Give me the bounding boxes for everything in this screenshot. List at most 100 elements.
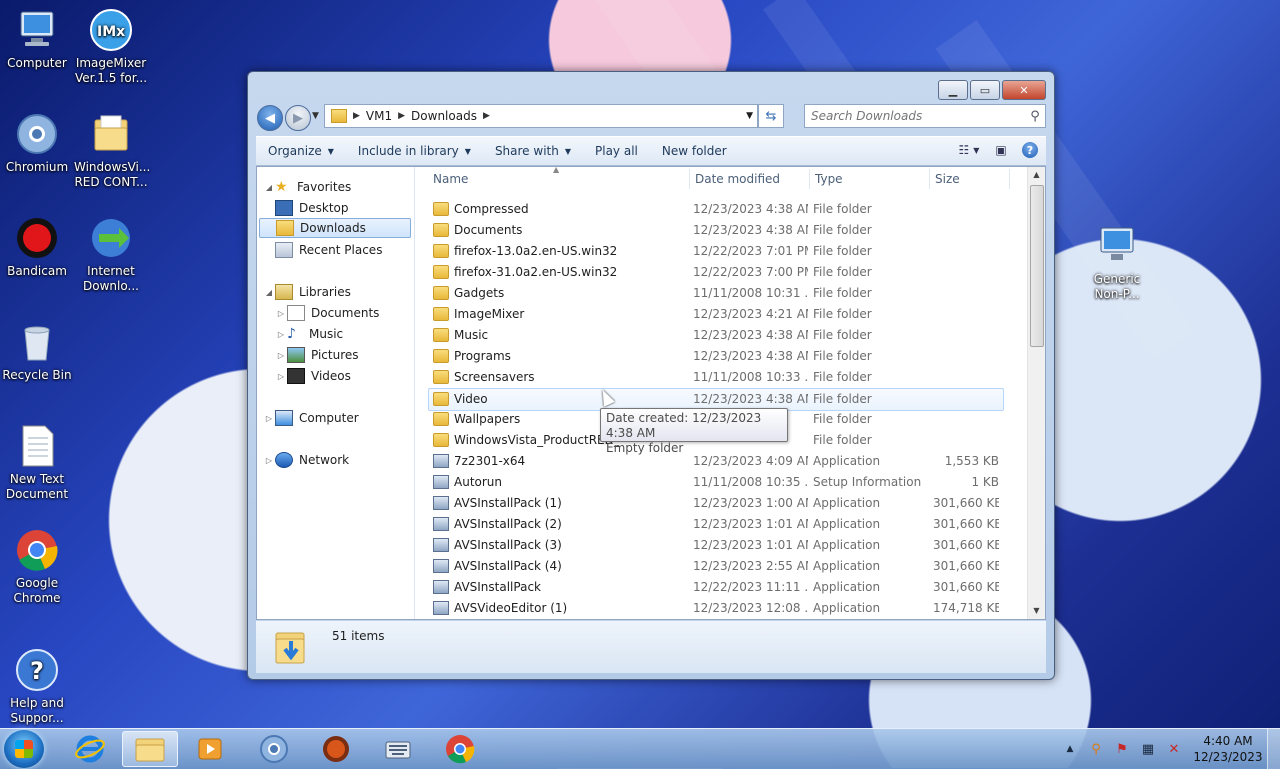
file-row[interactable]: Gadgets 11/11/2008 10:31 ... File folder [429,283,1003,304]
nav-pictures[interactable]: ▷ Pictures [275,345,359,365]
nav-computer[interactable]: ▷ Computer [263,408,359,428]
desktop-icon-generic-non-pnp-monitor[interactable]: Generic Non-P... [1080,224,1154,302]
nav-videos[interactable]: ▷ Videos [275,366,351,386]
expand-icon[interactable]: ▷ [263,456,275,465]
window-controls: ▁ ▭ ✕ [938,80,1046,100]
file-row[interactable]: AVSInstallPack (1) 12/23/2023 1:00 AM Appl… [429,493,1003,514]
column-header-date-modified[interactable]: Date modified [695,172,780,186]
help-button[interactable]: ? [1022,142,1038,158]
nav-favorites[interactable]: ◢ ★ Favorites [263,177,351,197]
taskbar-google-chrome[interactable] [432,731,488,767]
clock[interactable]: 4:40 AM 12/23/2023 [1193,733,1263,765]
include-in-library-menu[interactable]: Include in library ▼ [346,144,483,158]
nav-downloads[interactable]: Downloads [259,218,411,238]
navigation-bar: ◀ ▶ ▼ ▶ VM1 ▶ Downloads ▶ ▼ ⇆ ⚲ [256,104,1046,131]
file-row[interactable]: AVSInstallPack 12/22/2023 11:11 ... Applic… [429,577,1003,598]
file-row[interactable]: AVSInstallPack (3) 12/23/2023 1:01 AM Appl… [429,535,1003,556]
file-row[interactable]: Autorun 11/11/2008 10:35 ... Setup Informa… [429,472,1003,493]
show-hidden-icons-button[interactable]: ▲ [1061,740,1079,758]
minimize-button[interactable]: ▁ [938,80,968,100]
expand-icon[interactable]: ▷ [275,309,287,318]
desktop-icon-windowsvista-folder[interactable]: WindowsVi... RED CONT... [74,112,150,190]
maximize-button[interactable]: ▭ [970,80,1000,100]
scroll-down-icon[interactable]: ▼ [1028,603,1045,619]
share-with-menu[interactable]: Share with ▼ [483,144,583,158]
file-row[interactable]: firefox-31.0a2.en-US.win32 12/22/2023 7:0… [429,262,1003,283]
nav-recent-places[interactable]: Recent Places [275,240,382,260]
expand-icon[interactable]: ▷ [275,351,287,360]
nav-documents[interactable]: ▷ Documents [275,303,379,323]
collapse-icon[interactable]: ◢ [263,183,275,192]
preview-pane-button[interactable]: ▣ [990,141,1012,159]
desktop-icon-bandicam[interactable]: Bandicam [0,216,74,279]
taskbar-chromium[interactable] [246,731,302,767]
show-desktop-button[interactable] [1267,729,1280,769]
start-button[interactable] [4,730,44,768]
column-header-type[interactable]: Type [815,172,843,186]
scrollbar-thumb[interactable] [1030,185,1044,347]
imagemixer-icon: IMx [89,8,133,52]
desktop-icon-internet-download-manager[interactable]: Internet Downlo... [74,216,148,294]
breadcrumb-separator-icon: ▶ [353,111,360,121]
recent-pages-dropdown[interactable]: ▼ [312,111,319,121]
search-icon[interactable]: ⚲ [1025,109,1045,124]
system-tray: ▲ ⚲ ⚑ ▦ ✕ 4:40 AM 12/23/2023 [1057,729,1280,769]
search-input[interactable] [805,108,1025,124]
desktop-icon-new-text-document[interactable]: New Text Document [0,424,74,502]
file-row[interactable]: Music 12/23/2023 4:38 AM File folder [429,325,1003,346]
file-row[interactable]: Screensavers 11/11/2008 10:33 ... File fol… [429,367,1003,388]
breadcrumb-downloads[interactable]: Downloads [411,109,477,123]
column-header-name[interactable]: Name [433,172,468,186]
file-row[interactable]: AVSVideoEditor (1) 12/23/2023 12:08 ... Ap… [429,598,1003,619]
taskbar-windows-explorer[interactable] [122,731,178,767]
svg-text:IMx: IMx [97,24,125,40]
folder-icon [433,202,449,216]
file-row[interactable]: firefox-13.0a2.en-US.win32 12/22/2023 7:0… [429,241,1003,262]
nav-libraries[interactable]: ◢ Libraries [263,282,351,302]
new-folder-button[interactable]: New folder [650,144,739,158]
expand-icon[interactable]: ▷ [275,372,287,381]
address-bar[interactable]: ▶ VM1 ▶ Downloads ▶ ▼ [324,104,758,128]
file-row[interactable]: AVSInstallPack (2) 12/23/2023 1:01 AM Appl… [429,514,1003,535]
desktop-icon-google-chrome[interactable]: Google Chrome [0,528,74,606]
volume-muted-icon[interactable]: ✕ [1165,740,1183,758]
taskbar-on-screen-keyboard[interactable] [370,731,426,767]
play-all-button[interactable]: Play all [583,144,650,158]
file-row[interactable]: Programs 12/23/2023 4:38 AM File folder [429,346,1003,367]
breadcrumb-vm1[interactable]: VM1 [366,109,392,123]
nav-desktop[interactable]: Desktop [275,198,349,218]
change-view-button[interactable]: ☷ ▼ [958,141,980,159]
desktop-icon-computer[interactable]: Computer [0,8,74,71]
nav-network[interactable]: ▷ Network [263,450,349,470]
address-dropdown-icon[interactable]: ▼ [746,111,753,121]
expand-icon[interactable]: ▷ [263,414,275,423]
action-center-icon[interactable]: ⚑ [1113,740,1131,758]
downloads-folder-icon [274,627,308,667]
desktop-icon-help-and-support[interactable]: ? Help and Suppor... [0,648,74,726]
file-type: File folder [813,307,872,321]
forward-button[interactable]: ▶ [285,105,311,131]
file-date-modified: 12/23/2023 4:38 AM [693,202,808,216]
scroll-up-icon[interactable]: ▲ [1028,167,1045,183]
column-header-size[interactable]: Size [935,172,960,186]
nav-music[interactable]: ▷ ♪ Music [275,324,343,344]
taskbar-firefox[interactable] [308,731,364,767]
collapse-icon[interactable]: ◢ [263,288,275,297]
file-row[interactable]: Compressed 12/23/2023 4:38 AM File folder [429,199,1003,220]
expand-icon[interactable]: ▷ [275,330,287,339]
taskbar-internet-explorer[interactable] [62,731,118,767]
tray-search-icon[interactable]: ⚲ [1087,740,1105,758]
organize-menu[interactable]: Organize ▼ [256,144,346,158]
refresh-button[interactable]: ⇆ [758,104,784,128]
close-button[interactable]: ✕ [1002,80,1046,100]
file-row[interactable]: ImageMixer 12/23/2023 4:21 AM File folder [429,304,1003,325]
network-status-icon[interactable]: ▦ [1139,740,1157,758]
vertical-scrollbar[interactable]: ▲ ▼ [1027,167,1045,619]
taskbar-media-player[interactable] [182,731,238,767]
desktop-icon-chromium[interactable]: Chromium [0,112,74,175]
desktop-icon-recycle-bin[interactable]: Recycle Bin [0,320,74,383]
file-row[interactable]: Documents 12/23/2023 4:38 AM File folder [429,220,1003,241]
back-button[interactable]: ◀ [257,105,283,131]
desktop-icon-imagemixer[interactable]: IMx ImageMixer Ver.1.5 for... [74,8,148,86]
file-row[interactable]: AVSInstallPack (4) 12/23/2023 2:55 AM Appl… [429,556,1003,577]
